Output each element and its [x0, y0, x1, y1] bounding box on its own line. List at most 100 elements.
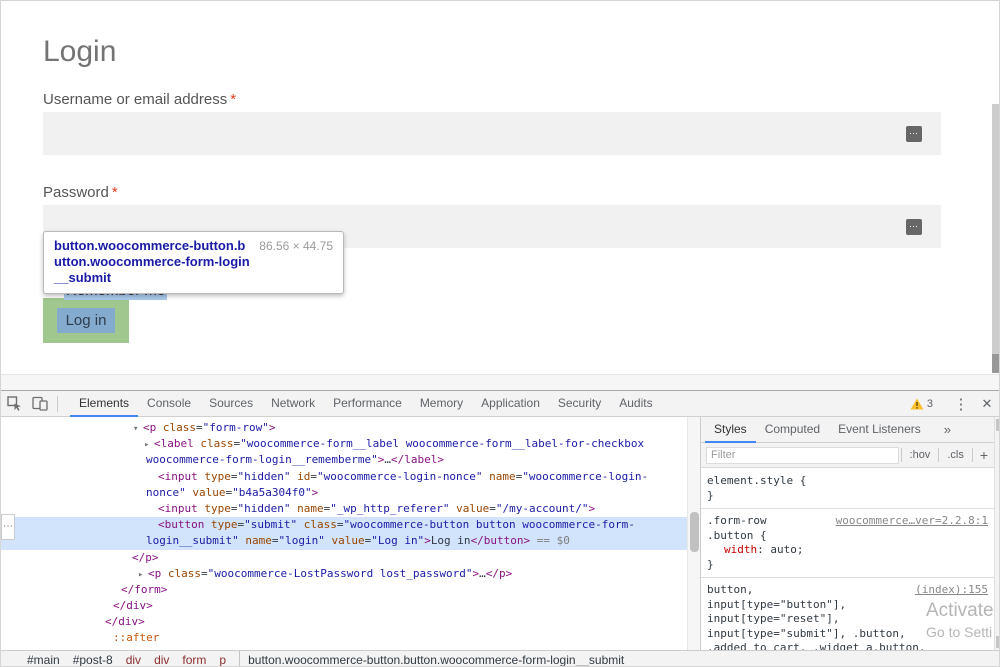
- toolbar-separator: [57, 396, 58, 412]
- password-label: Password*: [43, 184, 118, 201]
- dom-tree-line[interactable]: nonce" value="b4a5a304f0">: [1, 485, 687, 501]
- sidebar-tab-styles[interactable]: Styles: [705, 417, 756, 443]
- code-token: =: [231, 502, 238, 515]
- style-selector[interactable]: .button {: [707, 529, 767, 544]
- code-token: "login": [278, 534, 324, 547]
- dom-tree-line[interactable]: ▸<p class="woocommerce-LostPassword lost…: [1, 566, 687, 582]
- sidebar-tab-computed[interactable]: Computed: [756, 417, 829, 443]
- page-horizontal-scrollbar[interactable]: [1, 374, 1000, 390]
- code-token: >: [589, 502, 596, 515]
- breadcrumb-item[interactable]: p: [219, 653, 226, 667]
- devtools-tab-memory[interactable]: Memory: [411, 391, 472, 417]
- style-selector[interactable]: input[type="reset"],: [707, 612, 839, 627]
- new-style-rule-button[interactable]: +: [975, 447, 996, 463]
- style-selector[interactable]: button,: [707, 583, 753, 598]
- style-selector[interactable]: element.style {: [707, 474, 806, 489]
- style-selector[interactable]: .added_to_cart, .widget a.button,: [707, 641, 926, 650]
- more-tabs-button[interactable]: »: [944, 422, 951, 437]
- dom-tree-line[interactable]: login__submit" name="login" value="Log i…: [1, 533, 687, 549]
- dom-tree-line[interactable]: <input type="hidden" id="woocommerce-log…: [1, 469, 687, 485]
- dom-tree-scrollbar-thumb[interactable]: [690, 512, 699, 552]
- dom-tree-line[interactable]: ▾<p class="form-row">: [1, 420, 687, 436]
- devtools-tab-network[interactable]: Network: [262, 391, 324, 417]
- dom-tree-line[interactable]: woocommerce-form-login__rememberme">…</l…: [1, 452, 687, 468]
- stylesheet-link[interactable]: woocommerce…ver=2.2.8:1: [828, 514, 988, 529]
- code-token: "form-row": [203, 421, 269, 434]
- css-property[interactable]: width: auto;: [707, 543, 988, 558]
- code-token: </label>: [391, 453, 444, 466]
- browser-page: Login Username or email address* ⋯ Passw…: [1, 1, 1000, 374]
- styles-scrollbar[interactable]: [994, 417, 1000, 650]
- password-manager-icon[interactable]: ⋯: [906, 126, 922, 142]
- breadcrumb-item[interactable]: form: [182, 653, 206, 667]
- devtools-tab-application[interactable]: Application: [472, 391, 549, 417]
- devtools-close-button[interactable]: ✕: [973, 396, 1000, 412]
- style-selector[interactable]: input[type="button"],: [707, 598, 846, 613]
- code-token: "/my-account/": [496, 502, 589, 515]
- expand-arrow-icon[interactable]: ▸: [138, 567, 148, 583]
- styles-scroll-up-button[interactable]: [996, 419, 1000, 431]
- devtools-body: ⋯ ▾<p class="form-row">▸<label class="wo…: [1, 417, 1000, 650]
- devtools-tabs: ElementsConsoleSourcesNetworkPerformance…: [70, 391, 662, 417]
- dom-tree-line[interactable]: </div>: [1, 598, 687, 614]
- dom-tree-line[interactable]: ::after: [1, 630, 687, 646]
- breadcrumb-item[interactable]: #post-8: [73, 653, 113, 667]
- sidebar-tab-event-listeners[interactable]: Event Listeners: [829, 417, 930, 443]
- code-token: =: [196, 421, 203, 434]
- style-selector[interactable]: .form-row: [707, 514, 767, 529]
- devtools-tab-security[interactable]: Security: [549, 391, 610, 417]
- dom-tree-scrollbar[interactable]: [687, 417, 700, 650]
- page-scrollbar-thumb[interactable]: [992, 104, 1000, 354]
- console-warning-badge[interactable]: 3: [910, 398, 933, 410]
- toggle-element-state-button[interactable]: :hov: [904, 449, 937, 461]
- code-token: </p>: [486, 567, 513, 580]
- code-token: type: [204, 518, 237, 531]
- devtools-tab-elements[interactable]: Elements: [70, 391, 138, 417]
- stylesheet-link[interactable]: (index):155: [907, 583, 988, 598]
- breadcrumb-current[interactable]: button.woocommerce-button.button.woocomm…: [248, 653, 624, 667]
- code-token: "woocommerce-LostPassword lost_password": [208, 567, 473, 580]
- device-toolbar-icon: [32, 396, 48, 411]
- dom-tree-line[interactable]: <input type="hidden" name="_wp_http_refe…: [1, 501, 687, 517]
- devtools-tab-audits[interactable]: Audits: [610, 391, 661, 417]
- dom-tree-line[interactable]: </p>: [1, 550, 687, 566]
- breadcrumb-list: #main#post-8divdivformp: [27, 653, 239, 667]
- overflow-ellipsis-button[interactable]: ⋯: [1, 514, 15, 540]
- dom-tree-line[interactable]: </form>: [1, 582, 687, 598]
- code-token: <p: [143, 421, 156, 434]
- code-token: =: [489, 502, 496, 515]
- code-token: …: [479, 567, 486, 580]
- devtools-tab-console[interactable]: Console: [138, 391, 200, 417]
- tooltip-dimensions: 86.56 × 44.75: [259, 238, 333, 253]
- code-token: name: [290, 502, 323, 515]
- code-token: >: [312, 486, 319, 499]
- login-button[interactable]: Log in: [43, 298, 129, 343]
- page-scrollbar-down-button[interactable]: [992, 354, 1000, 373]
- breadcrumb-item[interactable]: #main: [27, 653, 60, 667]
- breadcrumb-item[interactable]: div: [154, 653, 169, 667]
- styles-filter-input[interactable]: [706, 447, 899, 464]
- device-toolbar-button[interactable]: [27, 391, 53, 416]
- css-property-name: width: [724, 543, 757, 556]
- devtools-panel: ElementsConsoleSourcesNetworkPerformance…: [1, 390, 1000, 667]
- code-token: class: [194, 437, 234, 450]
- collapse-arrow-icon[interactable]: ▾: [133, 421, 143, 437]
- code-token: </div>: [113, 599, 153, 612]
- password-manager-icon[interactable]: ⋯: [906, 219, 922, 235]
- username-input[interactable]: ⋯: [43, 112, 941, 155]
- code-token: Log in: [431, 534, 471, 547]
- dom-tree-line[interactable]: </div>: [1, 614, 687, 630]
- styles-scroll-down-button[interactable]: [996, 636, 1000, 648]
- devtools-tab-sources[interactable]: Sources: [200, 391, 262, 417]
- devtools-menu-button[interactable]: ⋮: [949, 395, 973, 413]
- breadcrumb-item[interactable]: div: [126, 653, 141, 667]
- inspect-element-button[interactable]: [1, 391, 27, 416]
- code-token: "b4a5a304f0": [232, 486, 311, 499]
- style-selector[interactable]: input[type="submit"], .button,: [707, 627, 906, 642]
- element-classes-button[interactable]: .cls: [941, 449, 970, 461]
- expand-arrow-icon[interactable]: ▸: [144, 437, 154, 453]
- code-token: type: [198, 470, 231, 483]
- dom-tree-line[interactable]: ▸<label class="woocommerce-form__label w…: [1, 436, 687, 452]
- dom-tree-line[interactable]: <button type="submit" class="woocommerce…: [1, 517, 687, 533]
- devtools-tab-performance[interactable]: Performance: [324, 391, 411, 417]
